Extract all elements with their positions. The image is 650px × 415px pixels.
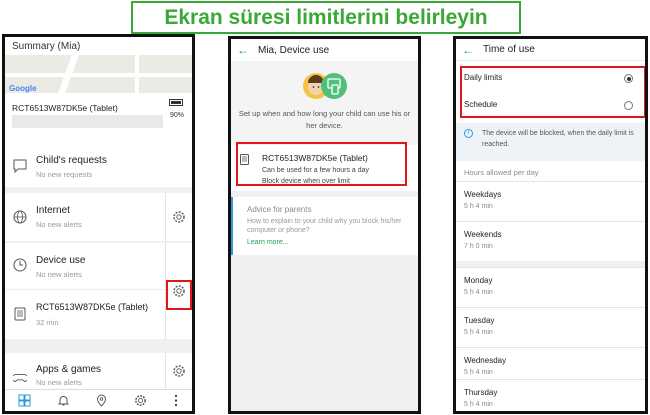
message-icon: [13, 159, 27, 173]
gear-icon: [173, 211, 185, 223]
row-title: Apps & games: [36, 364, 102, 375]
title-banner: Ekran süresi limitlerini belirleyin: [131, 1, 521, 34]
info-icon: i: [464, 129, 473, 138]
map-preview[interactable]: Google: [5, 55, 192, 93]
bottom-navigation: [5, 389, 192, 411]
advice-title: Advice for parents: [247, 205, 312, 214]
row-tablet-usage[interactable]: RCT6513W87DK5e (Tablet) 32 min: [5, 289, 192, 339]
day-name: Monday: [464, 276, 493, 285]
day-value: 5 h 4 min: [464, 401, 493, 408]
row-subtitle: 32 min: [36, 318, 59, 327]
day-row-weekdays[interactable]: Weekdays 5 h 4 min: [456, 181, 645, 221]
gear-icon: [173, 365, 185, 377]
google-logo: Google: [9, 84, 37, 93]
dashboard-icon[interactable]: [18, 394, 31, 407]
row-subtitle: No new requests: [36, 170, 93, 179]
day-value: 5 h 4 min: [464, 203, 493, 210]
child-device-illustration: [303, 73, 347, 99]
back-arrow-icon[interactable]: ←: [462, 43, 474, 57]
day-row-thursday[interactable]: Thursday 5 h 4 min: [456, 379, 645, 411]
row-device-use[interactable]: Device use No new alerts: [5, 243, 192, 289]
usage-progress-bar: [12, 115, 163, 128]
row-subtitle: No new alerts: [36, 270, 82, 279]
device-use-intro: Set up when and how long your child can …: [231, 61, 418, 147]
internet-settings-button[interactable]: [165, 193, 192, 241]
screenshot-root: Ekran süresi limitlerini belirleyin Summ…: [0, 0, 650, 415]
row-title: Child's requests: [36, 155, 107, 166]
row-title: Internet: [36, 205, 70, 216]
day-row-monday[interactable]: Monday 5 h 4 min: [456, 267, 645, 307]
back-arrow-icon[interactable]: ←: [237, 43, 249, 57]
battery-percent: 90%: [170, 112, 185, 119]
device-name: RCT6513W87DK5e (Tablet): [12, 103, 118, 113]
advice-text: How to explain to your child why you blo…: [247, 218, 402, 234]
globe-icon: [13, 210, 27, 224]
day-value: 5 h 4 min: [464, 369, 493, 376]
row-childs-requests[interactable]: Child's requests No new requests: [5, 143, 192, 187]
apps-settings-button[interactable]: [165, 353, 192, 389]
day-value: 5 h 4 min: [464, 289, 493, 296]
day-name: Weekends: [464, 230, 502, 239]
highlight-time-options: [460, 66, 645, 118]
page-title: Mia, Device use: [258, 44, 330, 56]
info-notice: i The device will be blocked, when the d…: [456, 123, 645, 161]
day-name: Tuesday: [464, 316, 495, 325]
day-name: Thursday: [464, 388, 498, 397]
battery-icon: [169, 99, 183, 106]
day-value: 5 h 4 min: [464, 329, 493, 336]
settings-icon[interactable]: [134, 394, 147, 407]
advice-card: Advice for parents How to explain to you…: [231, 197, 418, 255]
device-use-description: Set up when and how long your child can …: [238, 109, 411, 130]
gamepad-icon: [13, 374, 27, 382]
day-row-weekends[interactable]: Weekends 7 h 0 min: [456, 221, 645, 261]
row-title: RCT6513W87DK5e (Tablet): [36, 302, 149, 312]
row-title: Device use: [36, 255, 86, 266]
app-bar: ← Time of use: [456, 39, 645, 61]
phone-summary: Summary (Mia) Google RCT6513W87DK5e (Tab…: [2, 34, 195, 414]
tablet-icon: [14, 307, 26, 321]
app-bar: ← Mia, Device use: [231, 39, 418, 61]
row-subtitle: No new alerts: [36, 378, 82, 387]
row-internet[interactable]: Internet No new alerts: [5, 193, 192, 241]
row-subtitle: No new alerts: [36, 220, 82, 229]
highlight-device-use-gear: [166, 280, 192, 310]
highlight-device-card: [236, 142, 407, 186]
day-value: 7 h 0 min: [464, 243, 493, 250]
clock-icon: [13, 258, 27, 272]
more-icon[interactable]: [173, 394, 179, 407]
location-pin-icon[interactable]: [95, 394, 108, 407]
bell-icon[interactable]: [57, 394, 70, 407]
phone-device-use: ← Mia, Device use Set up when and how lo…: [228, 36, 421, 414]
day-name: Wednesday: [464, 356, 507, 365]
page-title: Time of use: [483, 44, 535, 55]
hours-section-label: Hours allowed per day: [464, 168, 539, 177]
day-row-tuesday[interactable]: Tuesday 5 h 4 min: [456, 307, 645, 347]
phone-time-of-use: ← Time of use Daily limits Schedule i Th…: [453, 36, 648, 414]
banner-title: Ekran süresi limitlerini belirleyin: [164, 5, 488, 29]
day-name: Weekdays: [464, 190, 502, 199]
page-title: Summary (Mia): [5, 37, 192, 55]
info-text: The device will be blocked, when the dai…: [482, 130, 634, 148]
learn-more-link[interactable]: Learn more...: [247, 239, 289, 246]
row-apps-games[interactable]: Apps & games No new alerts: [5, 353, 192, 389]
